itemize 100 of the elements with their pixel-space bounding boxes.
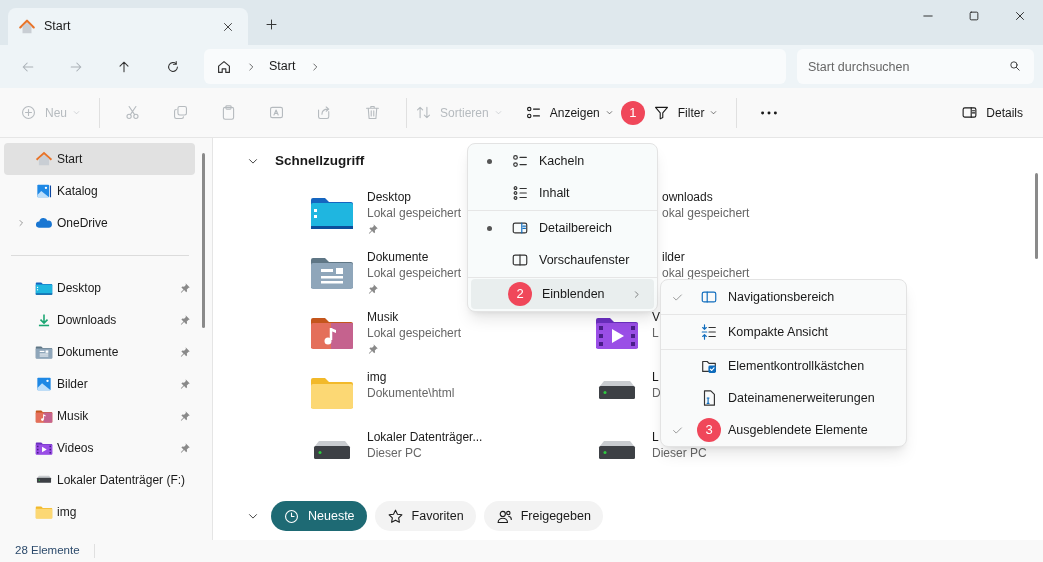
item-location: Dieser PC [652,445,707,461]
gallery-icon [35,183,53,199]
copy-icon [171,104,189,121]
scrollbar[interactable] [1035,173,1038,259]
panel-icon [700,288,718,306]
filter-chip[interactable]: Freigegeben [483,501,603,531]
filter-icon [652,104,670,121]
item-location: okal gespeichert [662,205,750,221]
chevron-down-icon [709,108,719,117]
item-name: Musik [367,309,399,325]
item-name: img [367,369,387,385]
search-field[interactable]: Start durchsuchen [797,49,1034,84]
menu-item[interactable]: Elementkontrollkästchen [661,350,906,382]
section-title: Schnellzugriff [275,151,365,170]
item-location: Lokal gespeichert [367,325,462,341]
filter-chip[interactable]: Neueste [271,501,367,531]
details-button[interactable]: Details [955,95,1029,130]
tab[interactable]: Start [8,8,248,45]
pin-icon [367,223,379,235]
item-name: L [652,429,659,445]
more-icon [761,110,778,115]
maximize-icon [967,9,981,23]
list-icon [511,152,529,170]
menu-item[interactable]: Kompakte Ansicht [661,315,906,349]
pin-icon [179,282,191,294]
pin-icon [179,410,191,422]
music-folder-icon [35,408,53,424]
sidebar-item[interactable]: Start [4,143,195,175]
pin-icon [367,283,379,295]
refresh-icon [165,58,181,75]
home-icon [35,151,53,167]
compact-list-icon [700,323,718,341]
item-name: ownloads [662,189,713,205]
address-bar[interactable]: Start [204,49,786,84]
cloud-icon [35,215,53,231]
item-location: Lokal gespeichert [367,265,462,281]
panel-icon [511,251,529,269]
home-icon [18,17,36,36]
breadcrumb-link[interactable]: Start [269,57,296,76]
rename-icon [267,104,285,121]
menu-item[interactable]: Inhalt [468,177,657,209]
chevron-down-icon [493,108,503,117]
number-badge: 1 [620,100,645,125]
desktop-folder-icon [35,280,53,296]
trash-icon [363,104,381,121]
item-name: ilder [662,249,685,265]
item-name: Desktop [367,189,412,205]
item-name: Dokumente [367,249,429,265]
item-location: okal gespeichert [662,265,750,281]
chevron-down-icon [604,108,614,117]
view-button[interactable]: Anzeigen [518,95,620,130]
pin-icon [179,378,191,390]
menu-item[interactable]: Kacheln [468,145,657,177]
sidebar-item[interactable]: Bilder [4,368,195,400]
menu-item[interactable]: Navigationsbereich [661,280,906,314]
plus-icon [263,16,279,32]
filter-button[interactable]: Filter [646,95,725,130]
sidebar-item[interactable]: Lokaler Datenträger (F:) [4,464,195,496]
menu-item[interactable]: Detailbereich [468,212,657,244]
menu-item[interactable]: Vorschaufenster [468,244,657,276]
chevron-down-icon [72,108,81,117]
clock-icon [283,507,300,525]
item-location: Dieser PC [367,445,422,461]
chevron-right-icon [16,218,26,228]
sidebar-item[interactable]: img [4,496,195,528]
list-icon [511,184,529,202]
item-name: V [652,309,660,325]
scissors-icon [123,104,141,121]
pin-icon [179,442,191,454]
filter-chip[interactable]: Favoriten [374,501,476,531]
list-icon [524,104,542,121]
sidebar-item[interactable]: Downloads [4,304,195,336]
sidebar-item[interactable]: Videos [4,432,195,464]
menu-item[interactable]: Dateinamenerweiterungen [661,382,906,414]
sidebar-item[interactable]: Desktop [4,272,195,304]
plus-circle-icon [20,104,37,121]
menu-item[interactable]: 2 Einblenden [471,279,654,309]
search-icon [1008,59,1022,73]
pin-icon [179,346,191,358]
menu-item[interactable]: 3 Ausgeblendete Elemente [661,414,906,446]
item-location: Dokumente\html [367,385,455,401]
sidebar-item[interactable]: OneDrive [4,207,195,239]
item-count: 28 Elemente [15,543,80,559]
star-icon [386,507,404,525]
number-badge: 3 [697,418,721,442]
documents-folder-icon [35,344,53,360]
scrollbar[interactable] [202,153,205,328]
panel-icon [511,219,529,237]
sidebar-item[interactable]: Katalog [4,175,195,207]
item-name: Lokaler Datenträger... [367,429,483,445]
panel-icon [961,104,979,121]
item-location: D [652,385,661,401]
item-location: Lokal gespeichert [367,205,462,221]
sidebar-item[interactable]: Dokumente [4,336,195,368]
picture-icon [35,376,53,392]
close-icon [1013,9,1027,23]
video-folder-icon [35,440,53,456]
sort-icon [415,104,432,121]
number-badge: 2 [508,282,532,306]
sidebar-item[interactable]: Musik [4,400,195,432]
